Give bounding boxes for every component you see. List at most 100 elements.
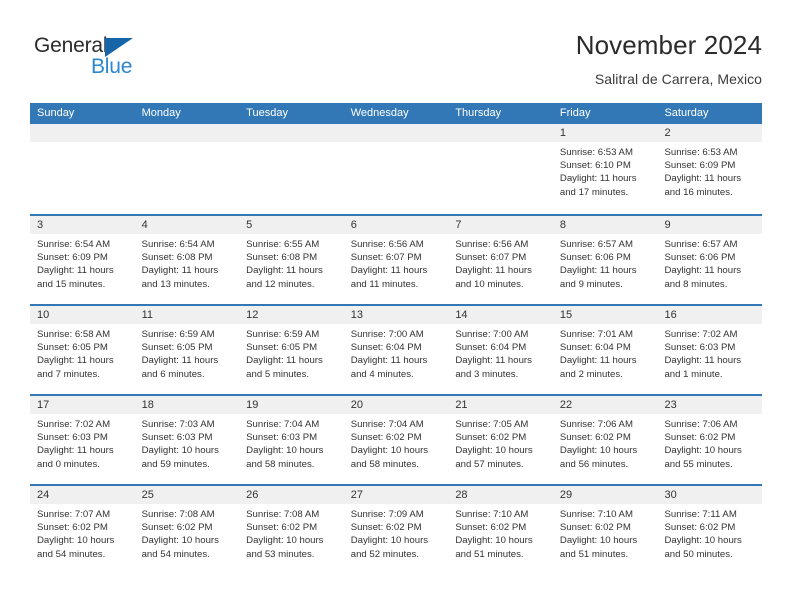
calendar-day-cell[interactable]: 29 Sunrise: 7:10 AM Sunset: 6:02 PM Dayligh… [552,486,658,574]
calendar-day-number: 18 [134,396,240,414]
calendar-day-cell[interactable]: 12 Sunrise: 6:59 AM Sunset: 6:05 PM Dayligh… [239,306,344,394]
daylight-text-cont: and 6 minutes. [141,368,205,380]
daylight-text-cont: and 10 minutes. [455,278,524,290]
calendar-day-details: Sunrise: 6:59 AM Sunset: 6:05 PM Daylight:… [135,324,240,381]
calendar-day-cell[interactable]: 4 Sunrise: 6:54 AM Sunset: 6:08 PM Daylight… [134,216,240,304]
calendar-day-cell[interactable]: 27 Sunrise: 7:09 AM Sunset: 6:02 PM Dayligh… [343,486,449,574]
calendar-day-details: Sunrise: 6:57 AM Sunset: 6:06 PM Daylight:… [553,234,658,291]
daylight-text-cont: and 13 minutes. [141,278,210,290]
calendar-day-details: Sunrise: 7:01 AM Sunset: 6:04 PM Daylight:… [553,324,658,381]
daylight-text-cont: and 7 minutes. [37,368,100,380]
daylight-text-cont: and 54 minutes. [37,548,106,560]
calendar-day-cell[interactable]: 20 Sunrise: 7:04 AM Sunset: 6:02 PM Dayligh… [343,396,449,484]
sunrise-text: Sunrise: 7:08 AM [141,509,215,520]
daylight-text-cont: and 16 minutes. [664,186,733,198]
daylight-text: Daylight: 11 hours [37,445,114,457]
calendar-day-cell[interactable]: 26 Sunrise: 7:08 AM Sunset: 6:02 PM Dayligh… [239,486,344,574]
sunset-text: Sunset: 6:09 PM [664,160,736,172]
daylight-text: Daylight: 10 hours [559,535,638,547]
daylight-text-cont: and 58 minutes. [246,458,315,470]
daylight-text: Daylight: 11 hours [141,265,219,277]
calendar-day-cell[interactable]: 3 Sunrise: 6:54 AM Sunset: 6:09 PM Daylight… [30,216,135,304]
sunset-text: Sunset: 6:02 PM [455,522,527,534]
calendar-day-details: Sunrise: 6:56 AM Sunset: 6:07 PM Daylight:… [344,234,449,291]
daylight-text-cont: and 4 minutes. [350,368,414,380]
sunrise-text: Sunrise: 7:03 AM [141,419,215,430]
sunset-text: Sunset: 6:06 PM [664,252,736,264]
sunset-text: Sunset: 6:03 PM [664,342,736,354]
daylight-text: Daylight: 11 hours [559,173,637,185]
daylight-text: Daylight: 11 hours [559,355,637,367]
daylight-text: Daylight: 10 hours [141,445,219,457]
calendar-day-number: 2 [657,124,763,142]
calendar-day-details: Sunrise: 7:05 AM Sunset: 6:02 PM Daylight:… [448,414,553,471]
calendar-day-cell[interactable]: 13 Sunrise: 7:00 AM Sunset: 6:04 PM Dayligh… [343,306,449,394]
calendar-week-row: 24 Sunrise: 7:07 AM Sunset: 6:02 PM Dayligh… [30,484,763,574]
calendar-day-cell[interactable]: 22 Sunrise: 7:06 AM Sunset: 6:02 PM Dayligh… [552,396,658,484]
calendar-day-number: 12 [239,306,344,324]
calendar-day-cell[interactable]: 10 Sunrise: 6:58 AM Sunset: 6:05 PM Dayligh… [30,306,135,394]
calendar-day-cell[interactable]: 18 Sunrise: 7:03 AM Sunset: 6:03 PM Dayligh… [134,396,240,484]
calendar-day-cell[interactable]: 28 Sunrise: 7:10 AM Sunset: 6:02 PM Dayligh… [448,486,553,574]
logo-text-blue: Blue [91,55,133,78]
calendar-day-details [344,142,449,146]
sunrise-text: Sunrise: 7:11 AM [664,509,737,520]
day-of-week-header-thursday: Thursday [455,107,502,119]
calendar-day-details: Sunrise: 7:06 AM Sunset: 6:02 PM Daylight:… [553,414,658,471]
sunrise-text: Sunrise: 6:53 AM [559,147,633,158]
calendar-day-cell[interactable]: 21 Sunrise: 7:05 AM Sunset: 6:02 PM Dayligh… [448,396,553,484]
calendar-day-cell[interactable]: 11 Sunrise: 6:59 AM Sunset: 6:05 PM Dayligh… [134,306,240,394]
sunset-text: Sunset: 6:02 PM [559,432,631,444]
calendar-day-number: 30 [657,486,763,504]
general-blue-logo[interactable]: General Blue [34,34,234,90]
calendar-day-cell[interactable]: 25 Sunrise: 7:08 AM Sunset: 6:02 PM Dayligh… [134,486,240,574]
daylight-text-cont: and 1 minute. [664,368,723,380]
calendar-day-details: Sunrise: 7:09 AM Sunset: 6:02 PM Daylight:… [344,504,449,561]
day-of-week-header-wednesday: Wednesday [350,107,409,119]
page-header: General Blue November 2024 Salitral de C… [30,30,762,92]
calendar-day-cell[interactable]: 17 Sunrise: 7:02 AM Sunset: 6:03 PM Dayligh… [30,396,135,484]
calendar-day-cell[interactable]: 15 Sunrise: 7:01 AM Sunset: 6:04 PM Dayligh… [552,306,658,394]
calendar-day-cell[interactable]: 19 Sunrise: 7:04 AM Sunset: 6:03 PM Dayligh… [239,396,344,484]
calendar-day-details: Sunrise: 6:53 AM Sunset: 6:10 PM Daylight:… [553,142,658,199]
calendar-day-cell[interactable]: 8 Sunrise: 6:57 AM Sunset: 6:06 PM Daylight… [552,216,658,304]
calendar-day-cell[interactable]: 5 Sunrise: 6:55 AM Sunset: 6:08 PM Daylight… [239,216,344,304]
sunrise-text: Sunrise: 6:59 AM [246,329,320,340]
calendar-grid: Sunday Monday Tuesday Wednesday Thursday Frid… [30,103,763,574]
calendar-day-cell[interactable]: 30 Sunrise: 7:11 AM Sunset: 6:02 PM Dayligh… [657,486,763,574]
daylight-text-cont: and 3 minutes. [455,368,519,380]
calendar-day-number: 10 [30,306,135,324]
sunrise-text: Sunrise: 7:08 AM [246,509,320,520]
calendar-day-number: 19 [239,396,344,414]
sunset-text: Sunset: 6:04 PM [350,342,422,354]
sunset-text: Sunset: 6:10 PM [559,160,631,172]
calendar-day-cell[interactable]: 6 Sunrise: 6:56 AM Sunset: 6:07 PM Daylight… [343,216,449,304]
calendar-day-cell[interactable]: 14 Sunrise: 7:00 AM Sunset: 6:04 PM Dayligh… [448,306,553,394]
daylight-text-cont: and 5 minutes. [246,368,310,380]
calendar-day-number: 16 [657,306,763,324]
calendar-day-cell[interactable]: 1 Sunrise: 6:53 AM Sunset: 6:10 PM Daylight… [552,124,658,214]
calendar-day-cell[interactable]: 16 Sunrise: 7:02 AM Sunset: 6:03 PM Dayligh… [657,306,763,394]
sunrise-text: Sunrise: 7:10 AM [455,509,529,520]
daylight-text: Daylight: 10 hours [664,535,742,547]
daylight-text-cont: and 51 minutes. [455,548,524,560]
calendar-day-details: Sunrise: 6:55 AM Sunset: 6:08 PM Daylight:… [239,234,344,291]
calendar-day-cell-empty [239,124,344,214]
sunset-text: Sunset: 6:04 PM [455,342,527,354]
calendar-day-details: Sunrise: 7:08 AM Sunset: 6:02 PM Daylight:… [135,504,240,561]
calendar-day-number: 6 [343,216,449,234]
calendar-day-cell[interactable]: 23 Sunrise: 7:06 AM Sunset: 6:02 PM Dayligh… [657,396,763,484]
calendar-day-number: 3 [30,216,135,234]
calendar-day-cell[interactable]: 7 Sunrise: 6:56 AM Sunset: 6:07 PM Daylight… [448,216,553,304]
calendar-day-details: Sunrise: 7:04 AM Sunset: 6:03 PM Daylight:… [239,414,344,471]
calendar-day-number: 14 [448,306,553,324]
calendar-day-cell[interactable]: 2 Sunrise: 6:53 AM Sunset: 6:09 PM Daylight… [657,124,763,214]
sunset-text: Sunset: 6:05 PM [246,342,318,354]
calendar-day-number: 7 [448,216,553,234]
sunrise-text: Sunrise: 6:54 AM [141,239,215,250]
calendar-day-cell[interactable]: 9 Sunrise: 6:57 AM Sunset: 6:06 PM Daylight… [657,216,763,304]
daylight-text-cont: and 2 minutes. [559,368,623,380]
calendar-day-number: 29 [552,486,658,504]
daylight-text: Daylight: 10 hours [37,535,115,547]
calendar-day-cell[interactable]: 24 Sunrise: 7:07 AM Sunset: 6:02 PM Dayligh… [30,486,135,574]
